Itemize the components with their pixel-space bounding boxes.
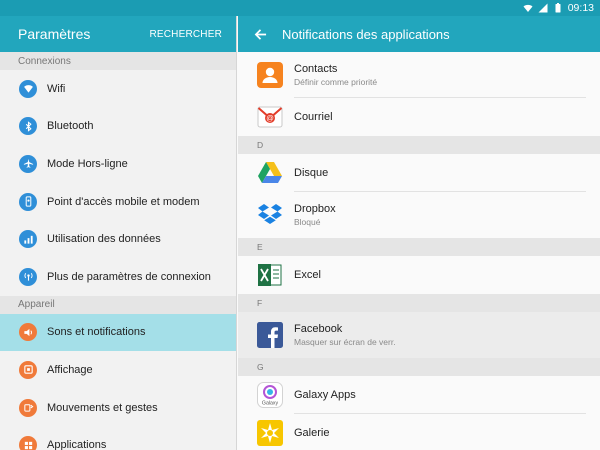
svg-text:@: @ (266, 114, 274, 123)
app-texts: Galerie (294, 427, 329, 439)
app-row-email[interactable]: @ Courriel (238, 98, 600, 136)
app-name: Contacts (294, 63, 338, 75)
settings-header: Paramètres RECHERCHER (0, 16, 236, 52)
app-texts: Courriel (294, 111, 333, 123)
app-notification-status: Définir comme priorité (294, 77, 378, 87)
facebook-icon (257, 322, 283, 348)
app-notification-status: Masquer sur écran de verr. (294, 337, 396, 347)
wifi-signal-icon (523, 3, 533, 13)
wifi-icon (19, 79, 37, 98)
settings-item-label: Mode Hors-ligne (47, 157, 128, 170)
settings-item-display[interactable]: Affichage (0, 351, 236, 389)
settings-item-bluetooth[interactable]: Bluetooth (0, 108, 236, 146)
app-name: Disque (294, 167, 329, 179)
hotspot-icon (19, 192, 37, 211)
back-button[interactable] (238, 16, 282, 52)
settings-item-label: Utilisation des données (47, 233, 161, 246)
status-bar: 09:13 (0, 0, 600, 16)
settings-screen: 09:13 Paramètres RECHERCHER Connexions Wi… (0, 0, 600, 450)
settings-item-label: Point d'accès mobile et modem (47, 195, 200, 208)
settings-item-motion[interactable]: Mouvements et gestes (0, 389, 236, 427)
app-texts: Contacts Définir comme priorité (294, 63, 377, 87)
excel-icon (257, 262, 283, 288)
app-row-contacts[interactable]: Contacts Définir comme priorité (238, 52, 600, 98)
settings-item-label: Affichage (47, 363, 93, 376)
app-list: Contacts Définir comme priorité @ Courriel D… (238, 52, 600, 450)
gallery-icon (257, 420, 283, 446)
more-connections-icon (19, 267, 37, 286)
applications-icon (19, 436, 37, 450)
cell-signal-icon (538, 3, 548, 13)
app-notifications-title: Notifications des applications (282, 26, 450, 42)
app-name: Excel (294, 269, 321, 281)
settings-item-label: Mouvements et gestes (47, 401, 158, 414)
settings-item-data-usage[interactable]: Utilisation des données (0, 220, 236, 258)
section-header: Connexions (0, 52, 236, 70)
app-name: Facebook (294, 323, 343, 335)
app-notifications-header: Notifications des applications (238, 16, 600, 52)
svg-text:Galaxy: Galaxy (262, 401, 279, 407)
app-notification-status: Bloqué (294, 217, 321, 227)
app-texts: Excel (294, 269, 321, 281)
email-icon: @ (257, 104, 283, 130)
bluetooth-icon (19, 117, 37, 136)
settings-item-sound[interactable]: Sons et notifications (0, 313, 236, 352)
app-texts: Galaxy Apps (294, 389, 356, 401)
app-notifications-pane: Notifications des applications Contacts D… (238, 16, 600, 450)
app-row-drive[interactable]: Disque (238, 154, 600, 192)
settings-item-label: Bluetooth (47, 120, 94, 133)
app-name: Dropbox (294, 203, 336, 215)
back-arrow-icon (254, 28, 266, 40)
motion-icon (19, 398, 37, 417)
settings-item-more-connections[interactable]: Plus de paramètres de connexion (0, 258, 236, 296)
airplane-icon (19, 154, 37, 173)
letter-header: F (238, 294, 600, 312)
app-texts: Disque (294, 167, 328, 179)
app-row-dropbox[interactable]: Dropbox Bloqué (238, 192, 600, 238)
app-row-excel[interactable]: Excel (238, 256, 600, 294)
dropbox-icon (257, 202, 283, 228)
settings-title: Paramètres (18, 26, 91, 42)
app-row-galaxy-apps[interactable]: Galaxy Galaxy Apps (238, 376, 600, 414)
section-header: Appareil (0, 295, 236, 314)
settings-item-label: Wifi (47, 82, 66, 95)
app-name: Courriel (294, 111, 333, 123)
app-texts: Dropbox Bloqué (294, 203, 336, 227)
app-texts: Facebook Masquer sur écran de verr. (294, 323, 396, 347)
letter-header: G (238, 358, 600, 376)
settings-item-airplane[interactable]: Mode Hors-ligne (0, 145, 236, 183)
contacts-icon (257, 62, 283, 88)
app-row-facebook[interactable]: Facebook Masquer sur écran de verr. (238, 312, 600, 358)
search-button[interactable]: RECHERCHER (149, 29, 222, 40)
settings-item-wifi[interactable]: Wifi (0, 70, 236, 108)
sound-icon (19, 323, 37, 342)
drive-icon (257, 160, 283, 186)
app-row-gallery[interactable]: Galerie (238, 414, 600, 450)
status-time: 09:13 (567, 2, 594, 14)
display-icon (19, 360, 37, 379)
letter-header: E (238, 238, 600, 256)
settings-list-pane: Paramètres RECHERCHER Connexions Wifi Blue… (0, 16, 237, 450)
settings-item-applications[interactable]: Applications (0, 426, 236, 450)
settings-list: Connexions Wifi Bluetooth Mode Hors-ligne Po… (0, 52, 236, 450)
app-name: Galaxy Apps (294, 389, 356, 401)
settings-item-hotspot[interactable]: Point d'accès mobile et modem (0, 183, 236, 221)
settings-item-label: Plus de paramètres de connexion (47, 270, 211, 283)
data-usage-icon (19, 230, 37, 249)
settings-item-label: Applications (47, 439, 107, 450)
settings-item-label: Sons et notifications (47, 326, 146, 339)
battery-icon (553, 3, 563, 13)
galaxy-apps-icon: Galaxy (257, 382, 283, 408)
letter-header: D (238, 136, 600, 154)
app-name: Galerie (294, 427, 330, 439)
